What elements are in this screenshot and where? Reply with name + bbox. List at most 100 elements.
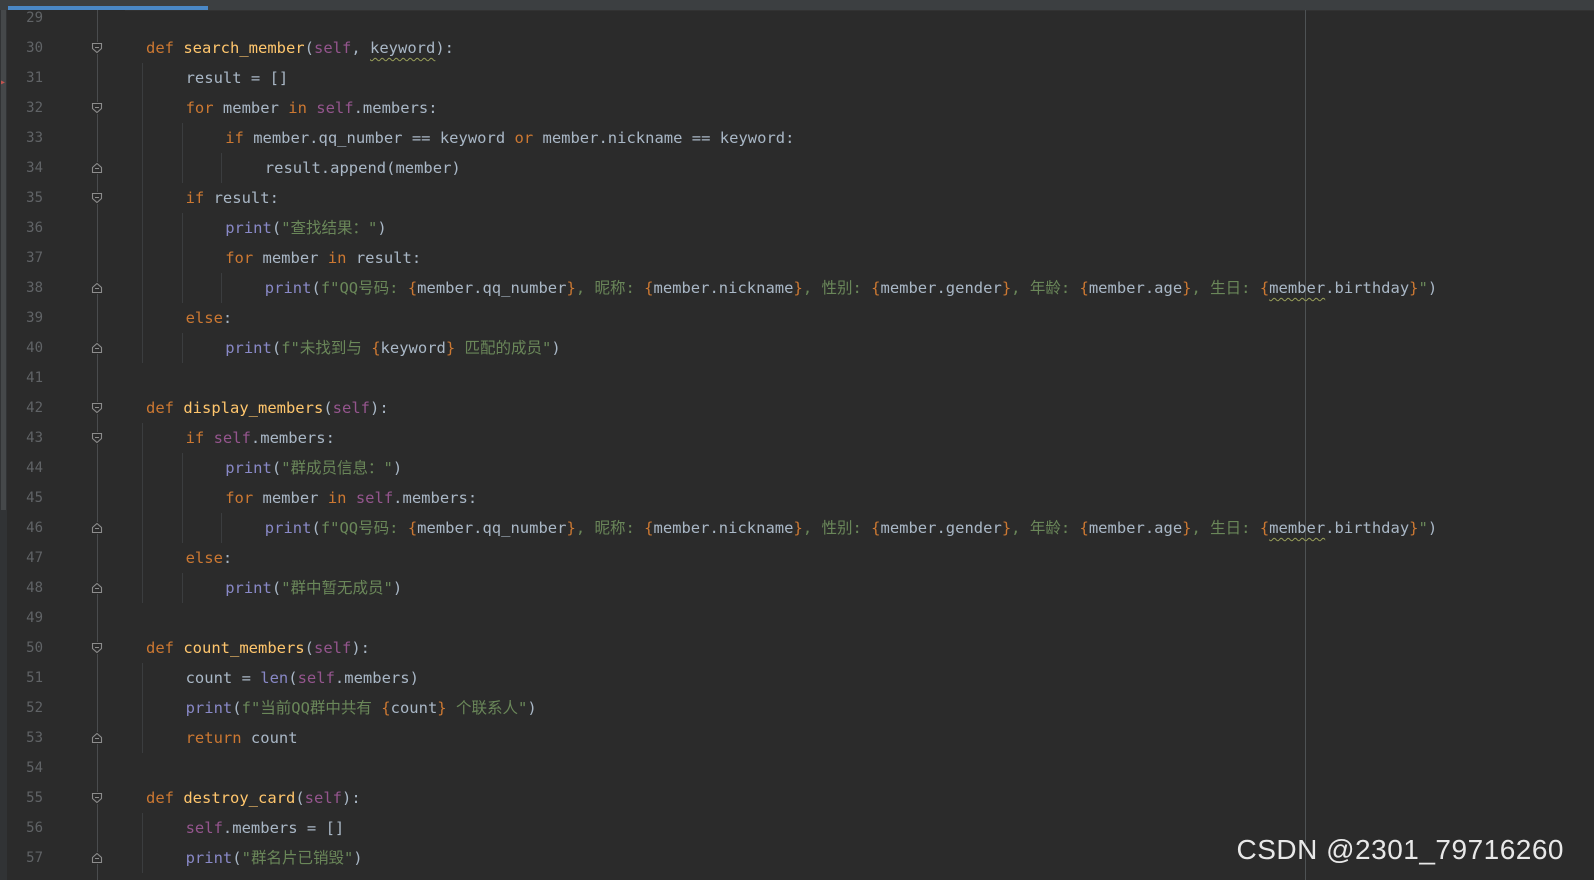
code-line[interactable]: 29 [0,3,1594,33]
fold-close-icon[interactable] [91,522,103,534]
code-text[interactable]: print(f"当前QQ群中共有 {count} 个联系人") [186,693,537,723]
code-line[interactable]: 36 print("查找结果：") [0,213,1594,243]
line-number[interactable]: 43 [7,423,43,453]
code-line[interactable]: 54 [0,753,1594,783]
fold-open-icon[interactable] [91,102,103,114]
line-number[interactable]: 34 [7,153,43,183]
code-line[interactable]: 51 count = len(self.members) [0,663,1594,693]
code-text[interactable]: if member.qq_number == keyword or member… [225,123,794,153]
fold-close-icon[interactable] [91,162,103,174]
code-text[interactable]: print("查找结果：") [225,213,387,243]
code-line[interactable]: 32 for member in self.members: [0,93,1594,123]
line-number[interactable]: 50 [7,633,43,663]
line-number[interactable]: 47 [7,543,43,573]
code-line[interactable]: 52 print(f"当前QQ群中共有 {count} 个联系人") [0,693,1594,723]
line-number[interactable]: 39 [7,303,43,333]
code-line[interactable]: 33 if member.qq_number == keyword or memb… [0,123,1594,153]
code-text[interactable]: print("群中暂无成员") [225,573,402,603]
fold-open-icon[interactable] [91,432,103,444]
code-editor[interactable]: 29 30 def search_member(self, keyword): 31 r… [0,3,1594,873]
code-text[interactable]: def count_members(self): [146,633,370,663]
code-text[interactable]: print(f"QQ号码: {member.qq_number}, 昵称: {m… [265,513,1437,543]
line-number[interactable]: 38 [7,273,43,303]
code-line[interactable]: 55 def destroy_card(self): [0,783,1594,813]
line-number[interactable]: 32 [7,93,43,123]
code-line[interactable]: 48 print("群中暂无成员") [0,573,1594,603]
code-text[interactable]: def search_member(self, keyword): [146,33,454,63]
token-br: } [793,519,803,537]
indent-guide [142,543,143,573]
line-number[interactable]: 41 [7,363,43,393]
fold-open-icon[interactable] [91,642,103,654]
code-text[interactable]: for member in self.members: [225,483,477,513]
code-line[interactable]: 43 if self.members: [0,423,1594,453]
line-number[interactable]: 53 [7,723,43,753]
line-number[interactable]: 51 [7,663,43,693]
code-text[interactable]: for member in self.members: [186,93,438,123]
code-line[interactable]: 53 return count [0,723,1594,753]
code-text[interactable]: def display_members(self): [146,393,389,423]
code-line[interactable]: 42 def display_members(self): [0,393,1594,423]
code-text[interactable]: print(f"QQ号码: {member.qq_number}, 昵称: {m… [265,273,1437,303]
code-text[interactable]: else: [186,543,233,573]
indent-guide [142,423,143,453]
code-text[interactable]: count = len(self.members) [186,663,419,693]
fold-close-icon[interactable] [91,282,103,294]
code-line[interactable]: 44 print("群成员信息：") [0,453,1594,483]
line-number[interactable]: 57 [7,843,43,873]
code-line[interactable]: 46 print(f"QQ号码: {member.qq_number}, 昵称: … [0,513,1594,543]
fold-open-icon[interactable] [91,42,103,54]
code-text[interactable]: result = [] [186,63,289,93]
code-line[interactable]: 39 else: [0,303,1594,333]
line-number[interactable]: 30 [7,33,43,63]
code-line[interactable]: 41 [0,363,1594,393]
code-text[interactable]: self.members = [] [186,813,345,843]
line-number[interactable]: 44 [7,453,43,483]
line-number[interactable]: 55 [7,783,43,813]
code-line[interactable]: 50 def count_members(self): [0,633,1594,663]
line-number[interactable]: 54 [7,753,43,783]
code-text[interactable]: for member in result: [225,243,421,273]
line-number[interactable]: 45 [7,483,43,513]
fold-open-icon[interactable] [91,792,103,804]
line-number[interactable]: 42 [7,393,43,423]
line-number[interactable]: 52 [7,693,43,723]
code-line[interactable]: 30 def search_member(self, keyword): [0,33,1594,63]
code-text[interactable]: return count [186,723,298,753]
code-text[interactable]: if result: [186,183,279,213]
line-number[interactable]: 35 [7,183,43,213]
code-line[interactable]: 35 if result: [0,183,1594,213]
line-number[interactable]: 40 [7,333,43,363]
line-number[interactable]: 29 [7,3,43,33]
line-number[interactable]: 37 [7,243,43,273]
code-line[interactable]: 38 print(f"QQ号码: {member.qq_number}, 昵称: … [0,273,1594,303]
line-number[interactable]: 48 [7,573,43,603]
line-number[interactable]: 46 [7,513,43,543]
code-text[interactable]: print("群名片已销毁") [186,843,363,873]
fold-close-icon[interactable] [91,852,103,864]
token-bi: print [264,519,312,537]
code-line[interactable]: 34 result.append(member) [0,153,1594,183]
code-text[interactable]: print("群成员信息：") [225,453,402,483]
code-text[interactable]: else: [186,303,233,333]
code-text[interactable]: if self.members: [186,423,335,453]
line-number[interactable]: 33 [7,123,43,153]
fold-open-icon[interactable] [91,192,103,204]
fold-close-icon[interactable] [91,732,103,744]
code-text[interactable]: result.append(member) [265,153,461,183]
line-number[interactable]: 31 [7,63,43,93]
fold-close-icon[interactable] [91,582,103,594]
code-line[interactable]: 45 for member in self.members: [0,483,1594,513]
fold-open-icon[interactable] [91,402,103,414]
code-line[interactable]: 40 print(f"未找到与 {keyword} 匹配的成员") [0,333,1594,363]
line-number[interactable]: 49 [7,603,43,633]
code-line[interactable]: 31 result = [] [0,63,1594,93]
code-line[interactable]: 49 [0,603,1594,633]
line-number[interactable]: 36 [7,213,43,243]
code-line[interactable]: 47 else: [0,543,1594,573]
fold-close-icon[interactable] [91,342,103,354]
line-number[interactable]: 56 [7,813,43,843]
code-text[interactable]: print(f"未找到与 {keyword} 匹配的成员") [225,333,561,363]
code-text[interactable]: def destroy_card(self): [146,783,361,813]
code-line[interactable]: 37 for member in result: [0,243,1594,273]
